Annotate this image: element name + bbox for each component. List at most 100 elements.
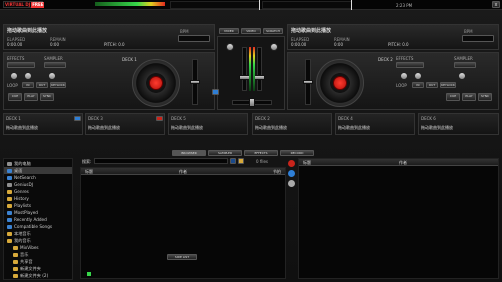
deck-left-sampler-select[interactable]: [44, 62, 66, 68]
mixer-volume-left[interactable]: [242, 47, 247, 91]
folder-icon: [7, 189, 12, 194]
col-artist[interactable]: 作者: [179, 169, 187, 174]
deck-left-sync-button[interactable]: SYNC: [40, 93, 54, 101]
tree-item[interactable]: 新建文件夹 (2): [4, 272, 72, 279]
list-icon: [7, 210, 12, 215]
tree-item[interactable]: 本地磁盘 (C:): [4, 279, 72, 280]
tab-scratch[interactable]: SCRATCH: [263, 28, 283, 34]
folder-icon[interactable]: [238, 158, 244, 164]
mini-deck-3[interactable]: DECK 3 拖动歌曲到此播放: [85, 113, 165, 135]
mini-deck-name: DECK 3: [88, 116, 103, 121]
deck-left-cue-button[interactable]: CUE: [8, 93, 22, 101]
tab-mixer[interactable]: MIXER: [219, 28, 239, 34]
mini-deck-name: DECK 5: [171, 116, 186, 121]
side-icon-cd[interactable]: [288, 180, 295, 187]
deck-left-keylock[interactable]: KEYLOCK: [50, 82, 66, 88]
deck-right-pitch-handle[interactable]: [303, 80, 313, 84]
deck-right-number: DECK 2: [378, 57, 393, 62]
tree-item[interactable]: 共享音: [4, 258, 72, 265]
col-title[interactable]: 标题: [85, 169, 93, 174]
tab-sampler[interactable]: SAMPLER: [208, 150, 242, 156]
deck-right-effects-select[interactable]: [396, 62, 424, 68]
deck-left-loop-in[interactable]: IN: [22, 82, 34, 88]
tree-item[interactable]: Genres: [4, 188, 72, 195]
deck-left-number: DECK 1: [122, 57, 137, 62]
status-led: [87, 272, 91, 276]
side-col-title[interactable]: 标题: [303, 160, 311, 165]
deck-left-pitch-handle[interactable]: [190, 80, 200, 84]
deck-right-loop-out[interactable]: OUT: [426, 82, 438, 88]
close-button[interactable]: x: [492, 1, 500, 8]
tree-item[interactable]: MixVibes: [4, 244, 72, 251]
search-input[interactable]: [94, 158, 228, 164]
mini-deck-2[interactable]: DECK 2 拖动歌曲到此播放: [252, 113, 332, 135]
side-icon-add[interactable]: [288, 170, 295, 177]
tree-item[interactable]: 本地音乐: [4, 230, 72, 237]
tree-item[interactable]: Recently Added: [4, 216, 72, 223]
deck-right-elapsed-value: 0:00.00: [291, 42, 307, 47]
mini-deck-5[interactable]: DECK 5 拖动歌曲到此播放: [168, 113, 248, 135]
deck-right-sampler-label: SAMPLER: [454, 56, 473, 61]
mini-deck-6[interactable]: DECK 6 拖动歌曲到此播放: [418, 113, 499, 135]
side-list-button[interactable]: SIDE LIST: [167, 254, 197, 260]
tree-item-label: NetSearch: [14, 175, 36, 180]
tab-effects[interactable]: EFFECTS: [244, 150, 278, 156]
mini-deck-4[interactable]: DECK 4 拖动歌曲到此播放: [335, 113, 415, 135]
mini-deck-play[interactable]: [156, 116, 163, 121]
folder-icon: [7, 196, 12, 201]
tree-item[interactable]: 我的音乐: [4, 237, 72, 244]
mixer-gain-right[interactable]: [270, 43, 278, 51]
deck-left-jog-label: [149, 76, 163, 90]
deck-right-loop-in[interactable]: IN: [412, 82, 424, 88]
tree-item[interactable]: Playlists: [4, 202, 72, 209]
deck-left-filter-knob[interactable]: [10, 72, 18, 80]
tree-item[interactable]: History: [4, 195, 72, 202]
side-col-artist[interactable]: 作者: [399, 160, 407, 165]
tree-item[interactable]: 我的电脑: [4, 160, 72, 167]
col-bpm[interactable]: 节拍: [273, 169, 281, 174]
deck-left-echo-knob[interactable]: [48, 72, 56, 80]
deck-right-sync-button[interactable]: SYNC: [478, 93, 492, 101]
deck-right-body: DECK 2 EFFECTS SAMPLER LOOP IN OUT KEYLO…: [287, 52, 499, 110]
mixer-volume-right-handle[interactable]: [254, 75, 265, 80]
deck-right-echo-knob[interactable]: [458, 72, 466, 80]
deck-left-effects-select[interactable]: [7, 62, 35, 68]
tree-item[interactable]: 桌面: [4, 167, 72, 174]
tree-item[interactable]: 音乐: [4, 251, 72, 258]
deck-right-bpm-label: BPM: [464, 29, 473, 34]
tree-item[interactable]: NetSearch: [4, 174, 72, 181]
deck-right-cue-button[interactable]: CUE: [446, 93, 460, 101]
tree-item[interactable]: Compatible Songs: [4, 223, 72, 230]
mixer-pfl-left[interactable]: [212, 89, 219, 95]
mixer-volume-right[interactable]: [257, 47, 262, 91]
tree-item[interactable]: MostPlayed: [4, 209, 72, 216]
deck-left-loop-out[interactable]: OUT: [36, 82, 48, 88]
search-icon[interactable]: [230, 158, 236, 164]
deck-right-flanger-knob[interactable]: [414, 72, 422, 80]
deck-right-play-button[interactable]: PLAY: [462, 93, 476, 101]
deck-right-filter-knob[interactable]: [400, 72, 408, 80]
tab-record[interactable]: RECORD: [280, 150, 314, 156]
tree-item[interactable]: 新建文件夹: [4, 265, 72, 272]
tree-item-label: 我的音乐: [14, 237, 31, 243]
deck-left-flanger-knob[interactable]: [24, 72, 32, 80]
folder-icon: [13, 245, 18, 250]
beat-marker-right: [351, 0, 352, 10]
deck-left-header: 拖动歌曲到此播放 ELAPSED 0:00.00 REMAIN 0:00 PIT…: [3, 24, 215, 50]
mini-deck-play[interactable]: [74, 116, 81, 121]
tab-video[interactable]: VIDEO: [241, 28, 261, 34]
tab-browser[interactable]: BROWSER: [172, 150, 206, 156]
deck-right-keylock[interactable]: KEYLOCK: [440, 82, 456, 88]
tree-item[interactable]: GeniusDJ: [4, 181, 72, 188]
mini-deck-title: 拖动歌曲到此播放: [255, 125, 287, 130]
deck-left-play-button[interactable]: PLAY: [24, 93, 38, 101]
deck-right-jog-label: [333, 76, 347, 90]
crossfader-handle[interactable]: [249, 98, 255, 107]
mini-deck-1[interactable]: DECK 1 拖动歌曲到此播放: [3, 113, 83, 135]
genius-icon: [7, 182, 12, 187]
side-icon-rec[interactable]: [288, 160, 295, 167]
deck-right-loop-label: LOOP: [396, 83, 407, 88]
app-logo: VIRTUAL DJ FREE: [3, 1, 45, 8]
deck-right-sampler-select[interactable]: [454, 62, 476, 68]
mixer-gain-left[interactable]: [226, 43, 234, 51]
